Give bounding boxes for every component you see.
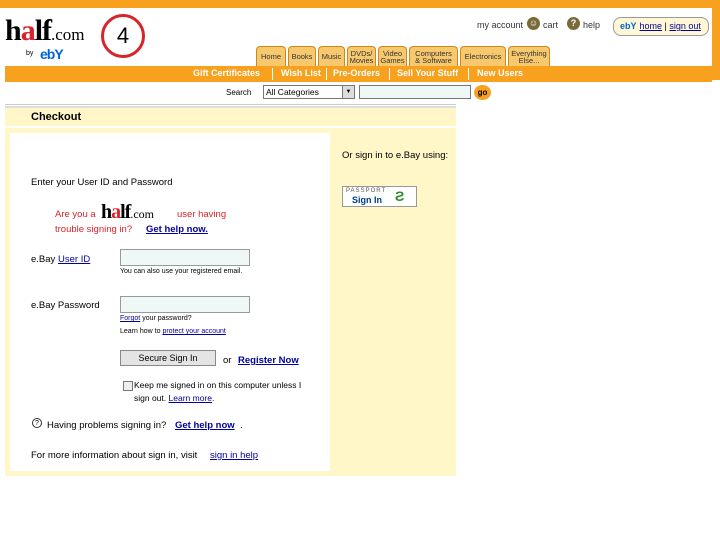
get-help-now-link[interactable]: Get help now. xyxy=(146,224,208,235)
page-title: Checkout xyxy=(31,111,82,123)
userid-label: e.Bay xyxy=(31,254,56,265)
learn-how-text: Learn how to xyxy=(120,328,161,335)
protect-account-link[interactable]: protect your account xyxy=(162,328,225,335)
forgot-password-text: your password? xyxy=(142,315,192,322)
or-text: or xyxy=(223,355,232,366)
nav-separator xyxy=(389,68,390,80)
register-now-link[interactable]: Register Now xyxy=(238,355,299,366)
signin-help-link[interactable]: sign in help xyxy=(210,450,258,461)
sign-out-link[interactable]: sign out xyxy=(669,21,701,31)
right-orange-bar xyxy=(712,0,720,80)
more-info-text: For more information about sign in, visi… xyxy=(31,450,198,461)
tab-dvds-movies[interactable]: DVDs/ Movies xyxy=(347,46,376,66)
tab-home[interactable]: Home xyxy=(256,46,286,66)
category-select[interactable]: All Categories ▼ xyxy=(263,85,355,99)
passport-logo-icon: Ƨ xyxy=(395,188,405,204)
tab-electronics[interactable]: Electronics xyxy=(460,46,506,66)
trouble-suffix: user having xyxy=(177,209,227,220)
help-icon[interactable]: ? xyxy=(567,17,580,30)
home-link[interactable]: home xyxy=(640,21,663,31)
passport-top-text: PASSPORT xyxy=(346,188,387,194)
enter-credentials-text: Enter your User ID and Password xyxy=(31,177,173,188)
secure-signin-button[interactable]: Secure Sign In xyxy=(120,350,216,366)
nav-separator xyxy=(272,68,273,80)
tab-computers-software[interactable]: Computers & Software xyxy=(409,46,458,66)
passport-bottom-text: Sign In xyxy=(352,195,382,205)
help-question-icon: ? xyxy=(32,418,42,428)
userid-link[interactable]: User ID xyxy=(58,254,90,265)
nav-gift-certificates[interactable]: Gift Certificates xyxy=(193,68,260,78)
half-logo[interactable]: half.com xyxy=(5,16,85,50)
nav-sell-your-stuff[interactable]: Sell Your Stuff xyxy=(397,68,458,78)
keep-signed-in-text2: sign out. xyxy=(134,393,167,403)
my-account-link[interactable]: my account xyxy=(477,20,523,30)
ebay-home-box: ebY home | sign out xyxy=(613,17,709,36)
nav-separator xyxy=(326,68,327,80)
help-link[interactable]: help xyxy=(583,20,600,30)
userid-input[interactable] xyxy=(120,249,250,266)
nav-new-users[interactable]: New Users xyxy=(477,68,523,78)
learn-more-link[interactable]: Learn more xyxy=(169,393,212,403)
trouble-prefix: Are you a xyxy=(55,209,96,220)
ebay-mark: ebY xyxy=(620,21,637,31)
forgot-password-link[interactable]: Forgot xyxy=(120,315,140,322)
category-tabs: Home Books Music DVDs/ Movies Video Game… xyxy=(256,46,552,66)
period-text: . xyxy=(240,420,243,431)
tab-music[interactable]: Music xyxy=(318,46,345,66)
tab-books[interactable]: Books xyxy=(288,46,316,66)
nav-separator xyxy=(468,68,469,80)
tab-everything-else[interactable]: Everything Else... xyxy=(508,46,550,66)
nav-wish-list[interactable]: Wish List xyxy=(281,68,321,78)
password-label: e.Bay Password xyxy=(31,300,100,311)
cart-icon[interactable]: ☺ xyxy=(527,17,540,30)
passport-signin-button[interactable]: PASSPORT Sign In Ƨ xyxy=(342,186,417,207)
password-input[interactable] xyxy=(120,296,250,313)
half-logo-small: half.com xyxy=(101,201,155,223)
keep-signed-in-checkbox[interactable] xyxy=(123,381,133,391)
search-input[interactable] xyxy=(359,85,471,99)
userid-hint: You can also use your registered email. xyxy=(120,268,243,275)
trouble-line2: trouble signing in? xyxy=(55,224,133,235)
cart-link[interactable]: cart xyxy=(543,20,558,30)
go-button[interactable]: go xyxy=(474,85,491,100)
get-help-now-link-2[interactable]: Get help now xyxy=(175,420,235,431)
having-problems-text: Having problems signing in? xyxy=(47,420,167,431)
step-badge: 4 xyxy=(101,14,145,58)
logo-by-text: by xyxy=(26,50,34,57)
tab-video-games[interactable]: Video Games xyxy=(378,46,407,66)
ebay-logo: ebY xyxy=(40,46,64,62)
keep-signed-in-text: Keep me signed in on this computer unles… xyxy=(134,380,302,390)
chevron-down-icon[interactable]: ▼ xyxy=(342,86,354,98)
top-orange-bar xyxy=(0,0,720,8)
nav-pre-orders[interactable]: Pre-Orders xyxy=(333,68,380,78)
divider xyxy=(5,104,456,105)
alt-signin-text: Or sign in to e.Bay using: xyxy=(342,150,449,161)
category-select-value: All Categories xyxy=(266,87,319,97)
search-label: Search xyxy=(226,88,252,97)
